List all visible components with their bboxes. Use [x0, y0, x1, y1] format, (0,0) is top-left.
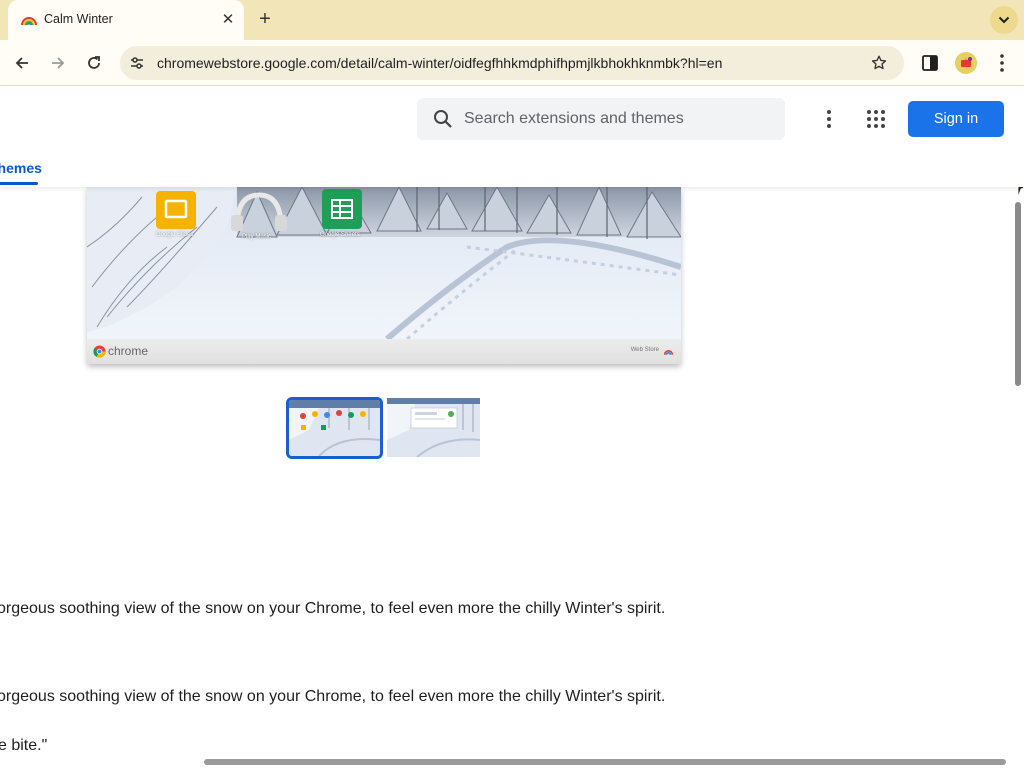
reload-icon [88, 56, 100, 69]
browser-toolbar: chromewebstore.google.com/detail/calm-wi… [0, 40, 1024, 86]
reload-button[interactable] [82, 51, 106, 75]
address-bar[interactable]: chromewebstore.google.com/detail/calm-wi… [120, 46, 904, 80]
preview-webstore-label: Web Store [630, 347, 659, 353]
description-text: orgeous soothing view of the snow on you… [0, 600, 666, 617]
description-text: e bite." [0, 737, 48, 754]
webstore-rainbow-icon [664, 350, 673, 355]
star-icon[interactable] [870, 54, 888, 72]
snowy-landscape-image [87, 187, 681, 364]
search-placeholder: Search extensions and themes [464, 110, 684, 127]
preview-footer: chrome Web Store [87, 339, 681, 364]
tab-close-icon[interactable]: ✕ [220, 12, 236, 28]
site-info-icon[interactable] [129, 55, 145, 71]
back-button[interactable] [10, 51, 34, 75]
tab-strip: Calm Winter ✕ + [0, 0, 1024, 40]
screenshot-thumbnail-2[interactable] [387, 398, 480, 457]
google-apps-icon[interactable] [865, 108, 887, 130]
new-tab-button[interactable]: + [254, 9, 276, 31]
thumbnail-image [387, 398, 480, 457]
description-line-1: orgeous soothing view of the snow on you… [0, 600, 668, 618]
tab-title: Calm Winter [44, 12, 113, 26]
shortcut-google-slides [156, 191, 196, 229]
active-tab-indicator [0, 182, 38, 185]
shortcut-label: Google Sheets [320, 232, 360, 238]
vertical-scrollbar[interactable] [1015, 202, 1021, 386]
nav-tab-themes-label: Themes [0, 160, 42, 176]
more-options-icon[interactable] [819, 108, 839, 130]
screenshot-thumbnail-1[interactable] [286, 397, 383, 459]
theme-preview-image: Google Slides Play Music Google Sheets c… [87, 187, 681, 364]
forward-arrow-icon [52, 57, 65, 69]
profile-icon [961, 57, 972, 67]
profile-button[interactable] [955, 52, 977, 74]
shortcut-label: Google Slides [156, 232, 194, 238]
description-line-3: e bite." [0, 737, 49, 755]
description-text: orgeous soothing view of the snow on you… [0, 688, 666, 705]
shortcut-google-sheets [322, 189, 362, 229]
side-panel-icon[interactable] [920, 53, 940, 73]
sign-in-button[interactable]: Sign in [908, 101, 1004, 137]
tab-search-chevron-icon [998, 16, 1010, 24]
tab-search-button[interactable] [990, 6, 1018, 34]
forward-button[interactable] [46, 51, 70, 75]
store-header: Search extensions and themes Sign in The… [0, 86, 1024, 187]
url-text[interactable]: chromewebstore.google.com/detail/calm-wi… [157, 55, 722, 71]
search-icon [434, 110, 452, 128]
browser-tab[interactable]: Calm Winter ✕ [8, 0, 244, 40]
chrome-logo-icon [93, 345, 106, 358]
shortcut-label: Play Music [242, 234, 272, 240]
description-line-2: orgeous soothing view of the snow on you… [0, 688, 668, 706]
back-arrow-icon [15, 57, 28, 69]
store-search-input[interactable]: Search extensions and themes [417, 98, 785, 140]
horizontal-scrollbar[interactable] [204, 759, 1006, 765]
chrome-menu-icon[interactable] [992, 52, 1012, 74]
rainbow-favicon-icon [21, 17, 37, 26]
thumbnail-image [289, 400, 380, 456]
preview-chrome-label: chrome [108, 344, 149, 358]
